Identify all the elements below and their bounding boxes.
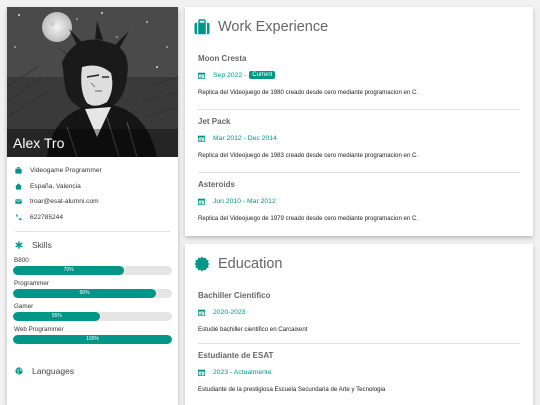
contact-phone: 622785244 [7,210,178,226]
entry-date-text: 2020-2023 [213,308,246,316]
skill-percent: 70% [63,267,74,273]
entry-title: Estudiante de ESAT [198,351,274,360]
skill-percent: 90% [79,290,90,296]
location: España, Valencia [30,182,81,190]
work-entry: Jet Pack Mar 2012 - Dec 2014 Replica del… [198,116,520,173]
calendar-icon [198,135,205,142]
home-icon [15,183,22,190]
profile-sidebar: Alex Tro Videogame Programmer España, Va… [7,7,178,405]
skill-label: Gamer [14,303,34,310]
email: troar@esat-alumni.com [30,198,99,206]
entry-date: Sep 2022 - Current [198,68,520,82]
skill-progress-fill: 100% [13,335,172,344]
entry-title: Moon Cresta [198,54,247,63]
entry-description: Estudiante de la prestigiosa Escuela Sec… [198,386,386,393]
entry-description: Replica del Videojuego de 1980 creado de… [198,89,419,96]
entry-date-text: Mar 2012 - Dec 2014 [213,134,277,142]
skill-list: B800 70% Programmer 90% Gamer 55% Web Pr… [7,255,178,344]
contact-list: Videogame Programmer España, Valencia tr… [7,163,178,225]
calendar-icon [198,309,205,316]
contact-location: España, Valencia [7,179,178,195]
entry-date: 2020-2023 [198,305,520,319]
skill-progress-fill: 90% [13,289,157,298]
skill-item: Gamer 55% [7,301,178,321]
calendar-icon [198,72,205,79]
contact-email: troar@esat-alumni.com [7,194,178,210]
work-experience-card: Work Experience Moon Cresta Sep 2022 - C… [185,7,533,236]
skill-item: Programmer 90% [7,278,178,298]
skill-progress-fill: 70% [13,266,125,275]
profile-photo: Alex Tro [7,7,178,157]
skills-heading: Skills [7,238,178,252]
education-entries: Bachiller Cientifico 2020-2023 Estudié b… [185,290,533,403]
divider [15,231,170,232]
skills-title: Skills [32,240,52,250]
current-badge: Current [249,71,276,79]
job-title: Videogame Programmer [30,167,102,175]
contact-job: Videogame Programmer [7,163,178,179]
skill-percent: 55% [51,313,62,319]
briefcase-icon [194,19,210,35]
entry-title: Jet Pack [198,117,231,126]
globe-icon [15,367,23,375]
education-entry: Bachiller Cientifico 2020-2023 Estudié b… [198,290,520,344]
skill-label: Web Programmer [14,326,64,333]
entry-description: Estudié bachiller cientifico en Carcaixe… [198,326,308,333]
skill-progress-fill: 55% [13,312,101,321]
entry-date-text: 2023 - Actualmente [213,368,272,376]
languages-title: Languages [32,366,75,376]
entry-date-text: Sep 2022 - [213,71,247,79]
phone-icon [15,214,22,220]
skill-progress-bar: 100% [13,335,172,344]
briefcase-icon [15,167,22,174]
languages-heading: Languages [7,364,178,378]
skill-progress-bar: 90% [13,289,172,298]
skill-progress-bar: 70% [13,266,172,275]
work-entries: Moon Cresta Sep 2022 - Current Replica d… [185,53,533,235]
profile-name: Alex Tro [13,135,65,151]
work-experience-header: Work Experience [185,7,533,47]
education-title: Education [218,256,283,272]
entry-title: Asteroids [198,180,235,189]
phone: 622785244 [30,213,64,221]
envelope-icon [15,199,22,204]
education-header: Education [185,244,533,284]
certificate-icon [194,256,210,272]
entry-date-text: Jun 2010 - Mar 2012 [213,197,276,205]
work-entry: Asteroids Jun 2010 - Mar 2012 Replica de… [198,179,520,235]
entry-date: Mar 2012 - Dec 2014 [198,131,520,145]
skill-item: B800 70% [7,255,178,275]
calendar-icon [198,198,205,205]
calendar-icon [198,369,205,376]
entry-description: Replica del Videojuego de 1979 creado de… [198,215,419,222]
work-entry: Moon Cresta Sep 2022 - Current Replica d… [198,53,520,110]
skill-label: Programmer [14,280,49,287]
entry-date: Jun 2010 - Mar 2012 [198,194,520,208]
skill-progress-bar: 55% [13,312,172,321]
entry-date: 2023 - Actualmente [198,365,520,379]
work-experience-title: Work Experience [218,19,329,35]
education-entry: Estudiante de ESAT 2023 - Actualmente Es… [198,350,520,403]
skill-item: Web Programmer 100% [7,324,178,344]
entry-description: Replica del Videojuego de 1983 creado de… [198,152,419,159]
asterisk-icon [15,241,23,249]
skill-label: B800 [14,257,29,264]
entry-title: Bachiller Cientifico [198,291,271,300]
skill-percent: 100% [86,336,99,342]
education-card: Education Bachiller Cientifico 2020-2023… [185,244,533,405]
